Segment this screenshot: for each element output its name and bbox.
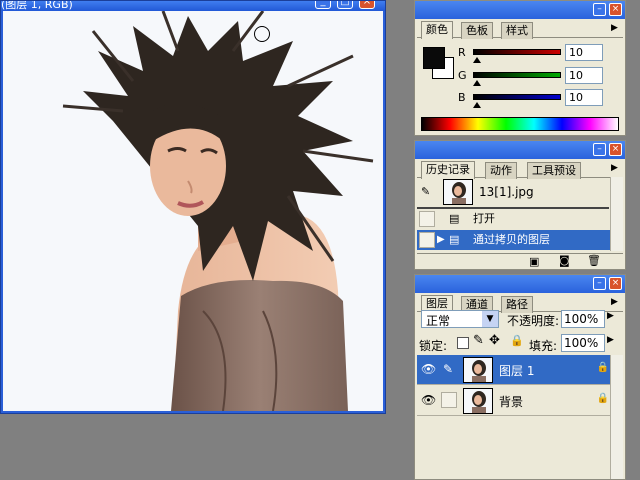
layer-name[interactable]: 图层 1 (499, 362, 534, 379)
history-step[interactable]: ▤ 打开 (417, 209, 611, 229)
fill-label: 填充: (529, 339, 558, 353)
opacity-label: 不透明度: (507, 314, 560, 328)
trash-icon[interactable]: 🗑 (587, 254, 601, 267)
eye-icon[interactable]: 👁 (421, 362, 436, 376)
lock-transparent-icon[interactable] (457, 337, 469, 349)
color-palette-titlebar[interactable]: – × (415, 1, 625, 19)
color-spectrum-bar[interactable] (421, 117, 619, 131)
color-palette-tabs: 颜色 色板 样式 (417, 20, 623, 39)
history-scrollbar[interactable] (610, 177, 623, 251)
minimize-icon[interactable]: – (593, 3, 606, 16)
layer-link-box[interactable] (441, 392, 457, 408)
document-icon: ▤ (449, 212, 460, 225)
close-icon[interactable]: × (609, 277, 622, 290)
red-slider-thumb[interactable] (473, 57, 481, 63)
brush-icon[interactable]: ✎ (443, 362, 453, 376)
green-label: G (458, 69, 467, 82)
brush-icon[interactable]: ✎ (473, 333, 484, 348)
minimize-icon[interactable]: – (593, 277, 606, 290)
palette-menu-icon[interactable]: ▶ (611, 163, 621, 173)
green-slider[interactable] (473, 72, 561, 78)
history-palette-tabs: 历史记录 动作 工具预设 (417, 160, 623, 179)
close-icon[interactable]: × (359, 1, 375, 9)
history-step-label: 通过拷贝的图层 (473, 233, 550, 246)
minimize-icon[interactable]: – (593, 143, 606, 156)
fill-field[interactable]: 100% (561, 334, 605, 352)
opacity-field[interactable]: 100% (561, 310, 605, 328)
chevron-down-icon[interactable]: ▼ (482, 311, 498, 327)
portrait-image (3, 11, 383, 411)
close-icon[interactable]: × (609, 3, 622, 16)
eye-icon[interactable]: 👁 (421, 393, 436, 407)
layers-scrollbar[interactable] (610, 355, 623, 479)
history-step-selected[interactable]: ▶ ▤ 通过拷贝的图层 (417, 230, 611, 250)
blue-label: B (458, 91, 466, 104)
lock-icon[interactable]: 🔒 (510, 334, 524, 347)
history-palette: – × 历史记录 动作 工具预设 ▶ ✎ 13[1].jpg ▤ 打开 ▶ ▤ … (414, 140, 626, 270)
tab-color[interactable]: 颜色 (421, 21, 453, 39)
layers-palette: – × 图层 通道 路径 ▶ 正常 ▼ 不透明度: 100% ▶ 锁定: ✎ ✥… (414, 274, 626, 480)
history-snapshot[interactable]: ✎ 13[1].jpg (417, 177, 609, 209)
history-palette-titlebar[interactable]: – × (415, 141, 625, 159)
document-titlebar[interactable]: (图层 1, RGB) _ □ × (1, 1, 385, 11)
palette-menu-icon[interactable]: ▶ (611, 297, 621, 307)
opacity-slider-arrow-icon[interactable]: ▶ (607, 311, 614, 321)
camera-icon[interactable]: ◙ (559, 254, 570, 267)
green-value-field[interactable]: 10 (565, 67, 603, 84)
image-canvas[interactable] (3, 11, 383, 411)
blue-value-field[interactable]: 10 (565, 89, 603, 106)
green-slider-thumb[interactable] (473, 80, 481, 86)
minimize-icon[interactable]: _ (315, 1, 331, 9)
blue-slider-thumb[interactable] (473, 102, 481, 108)
blue-slider[interactable] (473, 94, 561, 100)
lock-icon: 🔒 (596, 362, 609, 373)
close-icon[interactable]: × (609, 143, 622, 156)
fill-slider-arrow-icon[interactable]: ▶ (607, 335, 614, 345)
document-window: (图层 1, RGB) _ □ × (0, 0, 386, 414)
maximize-icon[interactable]: □ (337, 1, 353, 9)
layer-row[interactable]: 👁 背景 🔒 (417, 386, 611, 416)
history-toolbar: ▣ ◙ 🗑 (417, 253, 623, 269)
snapshot-name: 13[1].jpg (479, 185, 534, 199)
snapshot-thumbnail (443, 179, 473, 205)
red-slider[interactable] (473, 49, 561, 55)
layer-thumbnail (463, 357, 493, 383)
layer-thumbnail (463, 388, 493, 414)
history-step-label: 打开 (473, 212, 495, 225)
new-document-icon[interactable]: ▣ (529, 255, 539, 268)
foreground-color[interactable] (423, 47, 445, 69)
history-state-marker-icon: ▶ (437, 234, 445, 245)
history-brush-source-box[interactable] (419, 211, 435, 227)
lock-label: 锁定: (419, 339, 448, 353)
move-icon[interactable]: ✥ (489, 333, 500, 348)
palette-menu-icon[interactable]: ▶ (611, 23, 621, 33)
red-value-field[interactable]: 10 (565, 44, 603, 61)
layers-palette-titlebar[interactable]: – × (415, 275, 625, 293)
blend-mode-value: 正常 (426, 314, 451, 328)
tab-styles[interactable]: 样式 (501, 22, 533, 39)
red-label: R (458, 46, 466, 59)
lock-icon: 🔒 (596, 393, 609, 404)
document-icon: ▤ (449, 233, 460, 246)
brush-cursor-icon (254, 26, 270, 42)
history-brush-source-box[interactable] (419, 232, 435, 248)
blend-mode-select[interactable]: 正常 ▼ (421, 310, 499, 328)
tab-paths[interactable]: 路径 (501, 296, 533, 313)
document-title: (图层 1, RGB) (1, 1, 73, 11)
layer-row-selected[interactable]: 👁 ✎ 图层 1 🔒 (417, 355, 611, 385)
layer-name[interactable]: 背景 (499, 393, 523, 410)
brush-icon[interactable]: ✎ (421, 185, 437, 201)
color-palette: – × 颜色 色板 样式 ▶ R 10 G 10 B 10 (414, 0, 626, 136)
tab-swatches[interactable]: 色板 (461, 22, 493, 39)
